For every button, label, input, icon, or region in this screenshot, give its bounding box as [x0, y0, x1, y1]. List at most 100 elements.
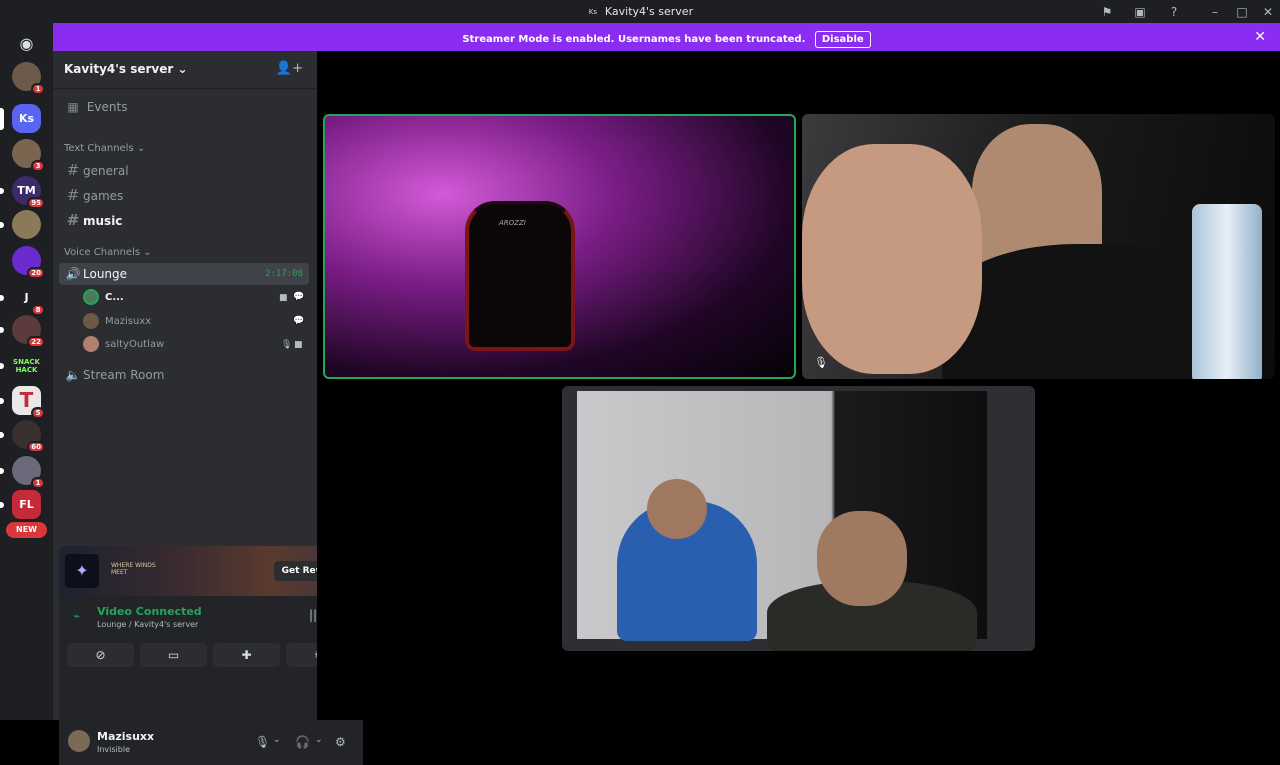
events-item[interactable]: ▦ Events — [59, 96, 309, 118]
voice-user-1[interactable]: C... — [83, 288, 124, 308]
microphone-icon[interactable]: 🎙 — [255, 735, 270, 749]
chat-bubble-icon: 💬 — [293, 292, 305, 302]
screen-share-button[interactable]: ▭ — [140, 643, 207, 667]
quest-logo-icon: ✦ — [65, 554, 99, 588]
streamer-mode-banner: Streamer Mode is enabled. Usernames have… — [53, 23, 1280, 51]
mention-badge: 3 — [31, 160, 45, 172]
channel-general[interactable]: # general — [59, 159, 309, 181]
server-icon-guild-snack[interactable]: SNACK HACK — [12, 351, 41, 380]
voice-user-mazisuxx[interactable]: Mazisuxx — [83, 312, 151, 332]
drink-can — [1192, 204, 1262, 379]
mic-muted-icon: 🎙 — [281, 340, 293, 350]
server-icon-guild-t[interactable]: T5 — [12, 386, 45, 419]
maximize-icon[interactable]: □ — [1234, 4, 1250, 20]
headphones-icon[interactable]: 🎧 — [295, 735, 310, 749]
calendar-icon: ▦ — [67, 100, 79, 114]
activities-icon: ✚ — [241, 648, 252, 662]
server-label: FL — [19, 498, 34, 511]
chair-brand: AROZZI — [499, 219, 526, 227]
window-titlebar: Ks Kavity4's server ⚑ ▣ ? – □ ✕ — [0, 0, 1280, 23]
camera-off-icon: ⊘ — [95, 648, 106, 662]
game-brand: WHERE WINDS MEET — [111, 562, 156, 576]
server-icon-guild-tm[interactable]: TM 95 — [12, 176, 45, 209]
server-label: Ks — [18, 112, 35, 125]
close-banner-icon[interactable]: ✕ — [1254, 29, 1266, 45]
activities-button[interactable]: ✚ — [213, 643, 280, 667]
video-icon: ■ — [294, 340, 303, 350]
hash-icon: # — [66, 161, 80, 179]
signal-icon[interactable]: ⌁ — [73, 609, 80, 623]
minimize-icon[interactable]: – — [1207, 4, 1223, 20]
server-icon-ks-server[interactable]: Ks — [12, 104, 41, 133]
inbox-flag-icon[interactable]: ⚑ — [1099, 4, 1115, 20]
chevron-down-icon[interactable]: ⌄ — [273, 735, 281, 745]
mention-badge: 95 — [27, 197, 45, 209]
server-icon-guild-8[interactable]: 22 — [12, 315, 45, 348]
hand — [802, 144, 982, 374]
settings-gear-icon[interactable]: ⚙ — [335, 735, 346, 749]
server-icon-guild-j[interactable]: J8 — [12, 283, 45, 316]
hash-icon: # — [66, 211, 80, 229]
server-icon-guild-6[interactable]: 20 — [12, 246, 45, 279]
user-status: Invisible — [97, 745, 130, 754]
help-icon[interactable]: ? — [1166, 4, 1182, 20]
server-icon-guild-12[interactable]: 1 — [12, 456, 45, 489]
avatar — [83, 313, 99, 329]
person-left-head — [647, 479, 707, 539]
server-label: SNACK HACK — [13, 358, 40, 374]
video-icon: ■ — [279, 293, 288, 303]
invite-people-icon[interactable]: 👤+ — [276, 61, 303, 76]
unread-indicator — [0, 108, 4, 130]
new-badge: NEW — [6, 522, 47, 538]
server-mini-icon: Ks — [586, 8, 599, 18]
streamer-mode-message: Streamer Mode is enabled. Usernames have… — [462, 34, 806, 45]
user-name[interactable]: Mazisuxx — [97, 730, 154, 743]
voice-timer: 2:17:08 — [265, 269, 303, 279]
channel-music[interactable]: # music — [59, 209, 309, 231]
person-right-head — [817, 511, 907, 606]
mention-badge: 60 — [27, 441, 45, 453]
chevron-down-icon[interactable]: ⌄ — [315, 735, 323, 745]
channel-sidebar: Kavity4's server ⌄ 👤+ ▦ Events Text Chan… — [53, 51, 363, 765]
camera-toggle-button[interactable]: ⊘ — [67, 643, 134, 667]
voice-user-saltyoutlaw[interactable]: saltyOutlaw — [83, 335, 164, 355]
disable-streamer-button[interactable]: Disable — [814, 31, 871, 48]
speaker-icon: 🔊 — [65, 267, 81, 281]
close-window-icon[interactable]: ✕ — [1260, 4, 1276, 20]
avatar — [83, 336, 99, 352]
discord-home-icon[interactable]: ◉ — [12, 29, 41, 58]
screen-share-icon[interactable]: ▣ — [1132, 4, 1148, 20]
server-icon-guild-5[interactable] — [12, 210, 41, 239]
server-header[interactable]: Kavity4's server ⌄ 👤+ — [53, 51, 317, 89]
user-avatar[interactable] — [68, 730, 90, 752]
mention-badge: 1 — [31, 477, 45, 489]
mention-badge: 20 — [27, 267, 45, 279]
channel-games[interactable]: # games — [59, 184, 309, 206]
server-icon-user-1[interactable]: 1 — [12, 62, 45, 95]
video-tile-user-3[interactable] — [562, 386, 1035, 651]
mention-badge: 5 — [31, 407, 45, 419]
video-tile-user-2[interactable]: 🎙 — [802, 114, 1275, 379]
share-screen-icon: ▭ — [167, 648, 180, 662]
voice-location[interactable]: Lounge / Kavity4's server — [97, 620, 198, 629]
chat-bubble-icon: 💬 — [293, 316, 305, 326]
video-feed — [577, 391, 987, 651]
voice-channels-category[interactable]: Voice Channels ⌄ — [64, 247, 152, 258]
user-panel: Mazisuxx Invisible 🎙 ⌄ 🎧 ⌄ ⚙ — [59, 715, 363, 765]
server-icon-guild-fl[interactable]: FL — [12, 490, 41, 519]
video-stage: AROZZI 🎙 — [317, 51, 1280, 720]
text-channels-category[interactable]: Text Channels ⌄ — [64, 143, 145, 154]
speaker-icon: 🔈 — [65, 368, 81, 382]
server-icon-guild-11[interactable]: 60 — [12, 420, 45, 453]
hash-icon: # — [66, 186, 80, 204]
video-tile-c[interactable]: AROZZI — [323, 114, 796, 379]
voice-channel-lounge[interactable]: 🔊 Lounge 2:17:08 — [59, 263, 309, 285]
mention-badge: 1 — [31, 83, 45, 95]
mention-badge: 8 — [31, 304, 45, 316]
avatar — [83, 289, 99, 305]
voice-channel-stream-room[interactable]: 🔈 Stream Room — [59, 364, 309, 386]
voice-status[interactable]: Video Connected — [97, 605, 202, 618]
server-label: TM — [17, 184, 36, 197]
server-icon-guild-3[interactable]: 3 — [12, 139, 45, 172]
server-label: J — [24, 291, 29, 304]
